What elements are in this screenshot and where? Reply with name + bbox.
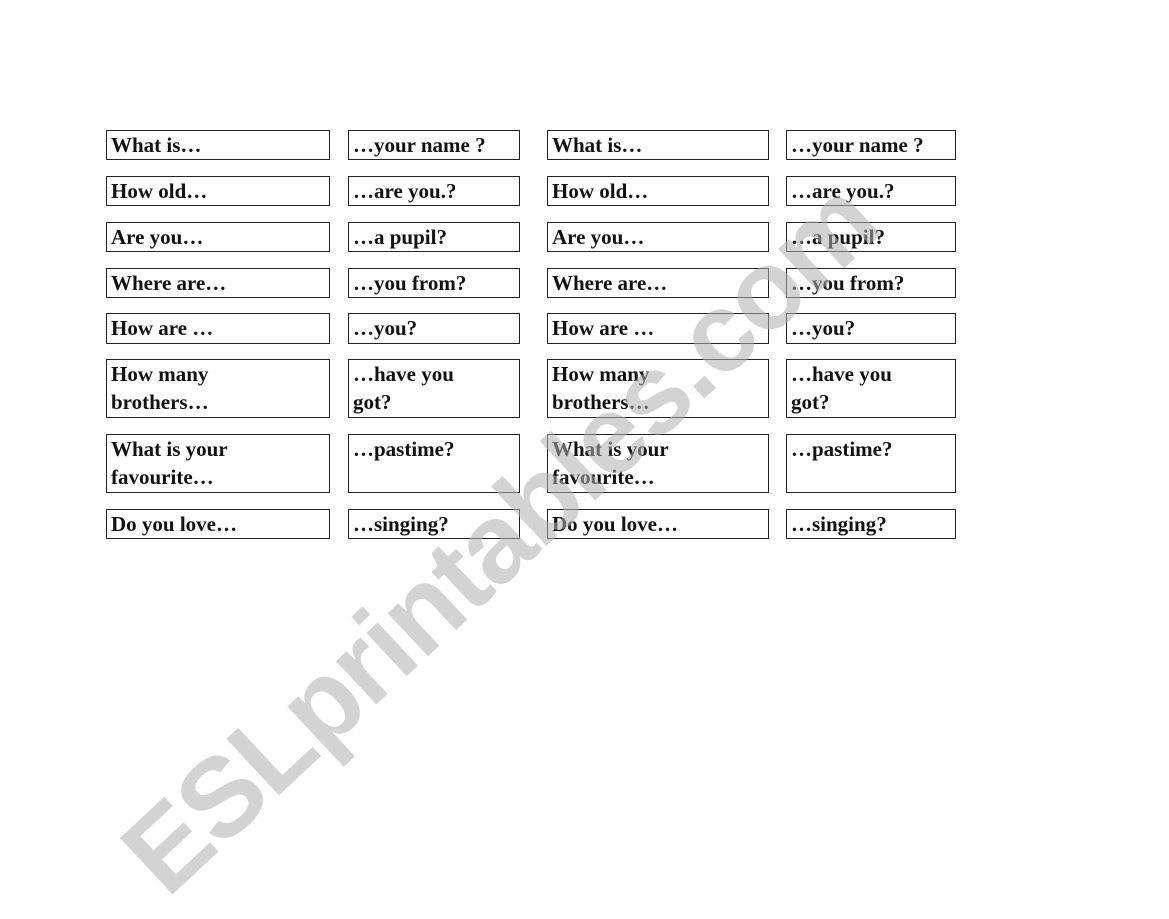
question-card: How many brothers… [547, 359, 769, 418]
answer-card: …your name ? [348, 130, 520, 160]
question-card: Where are… [106, 268, 330, 298]
answer-card: …are you.? [786, 176, 956, 206]
question-card: What is your favourite… [106, 434, 330, 493]
answer-card: …your name ? [786, 130, 956, 160]
answer-card: …singing? [348, 509, 520, 539]
question-card: What is… [547, 130, 769, 160]
answer-card: …you from? [348, 268, 520, 298]
answer-card: …you from? [786, 268, 956, 298]
question-card: What is… [106, 130, 330, 160]
question-card: Are you… [106, 222, 330, 252]
question-card: How old… [106, 176, 330, 206]
question-card: Do you love… [547, 509, 769, 539]
question-card: How old… [547, 176, 769, 206]
answer-card: …a pupil? [786, 222, 956, 252]
answer-card: …have you got? [786, 359, 956, 418]
answer-card: …pastime? [348, 434, 520, 493]
question-card: How are … [547, 313, 769, 344]
question-card: How many brothers… [106, 359, 330, 418]
answer-card: …you? [786, 313, 956, 344]
answer-card: …have you got? [348, 359, 520, 418]
answer-card: …are you.? [348, 176, 520, 206]
answer-card: …you? [348, 313, 520, 344]
question-card: Do you love… [106, 509, 330, 539]
answer-card: …a pupil? [348, 222, 520, 252]
question-card: Are you… [547, 222, 769, 252]
question-card: How are … [106, 313, 330, 344]
answer-card: …singing? [786, 509, 956, 539]
question-card: Where are… [547, 268, 769, 298]
answer-card: …pastime? [786, 434, 956, 493]
question-card: What is your favourite… [547, 434, 769, 493]
